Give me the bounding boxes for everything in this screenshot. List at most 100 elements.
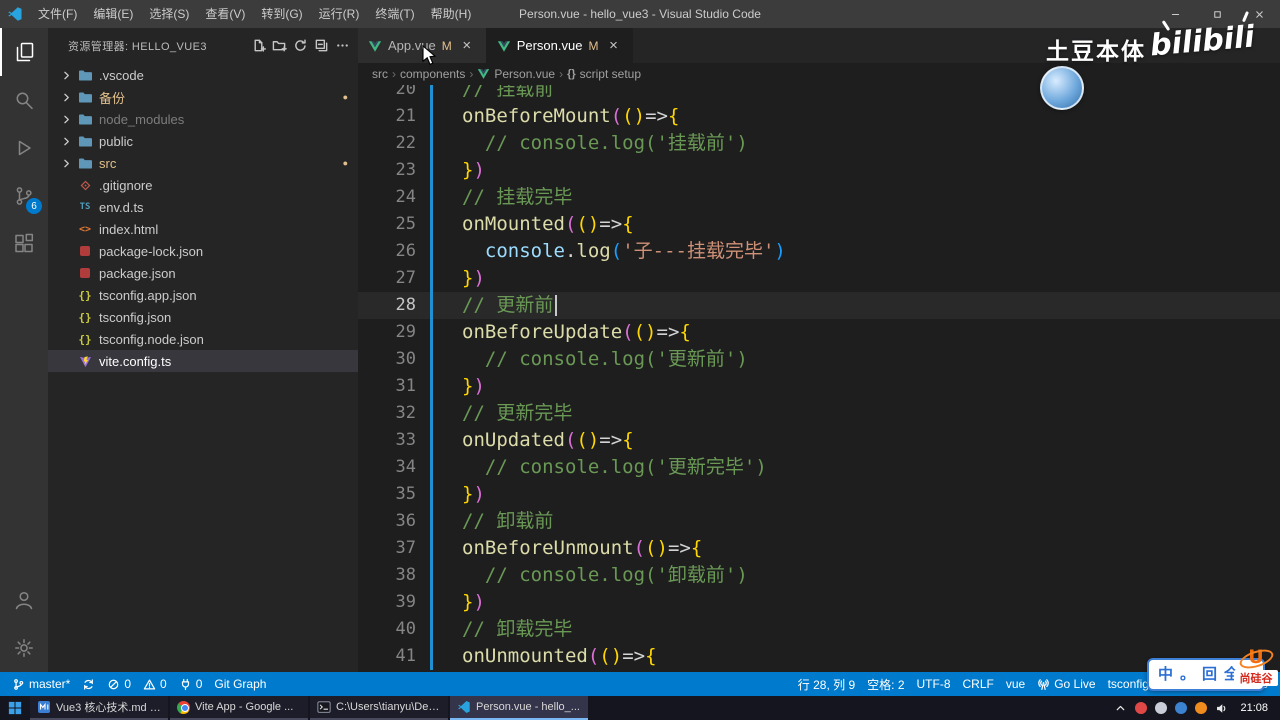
status-UTF-8[interactable]: UTF-8 (911, 672, 957, 696)
menu-item[interactable]: 文件(F) (30, 0, 85, 28)
chevron-up-icon[interactable] (1114, 702, 1127, 715)
activity-bar-bottom (0, 576, 48, 672)
taskbar-item[interactable]: Vue3 核心技术.md - ... (30, 696, 168, 720)
window-minimize-icon[interactable] (1154, 0, 1196, 28)
tree-item-tsconfig.app.json[interactable]: {}tsconfig.app.json (48, 284, 358, 306)
volume-icon[interactable] (1215, 702, 1228, 715)
status-0[interactable]: 0 (101, 672, 137, 696)
tree-item-label: src (99, 156, 116, 171)
new-folder-icon[interactable] (272, 37, 287, 55)
breadcrumb-item[interactable]: Person.vue (494, 67, 555, 81)
breadcrumb-item[interactable]: components (400, 67, 465, 81)
activity-run-debug-icon[interactable] (0, 124, 48, 172)
tree-item-src[interactable]: src● (48, 152, 358, 174)
collapse-all-icon[interactable] (314, 37, 329, 55)
tree-item-tsconfig.node.json[interactable]: {}tsconfig.node.json (48, 328, 358, 350)
line-number: 31 (358, 373, 430, 400)
app-gray-icon[interactable] (1155, 702, 1167, 714)
tab-close-icon[interactable]: × (458, 37, 476, 54)
status-Git Graph[interactable]: Git Graph (208, 672, 272, 696)
tree-item-package.json[interactable]: package.json (48, 262, 358, 284)
tree-item-label: .vscode (99, 68, 144, 83)
menu-item[interactable]: 选择(S) (141, 0, 197, 28)
status-master*[interactable]: master* (6, 672, 76, 696)
terminal-icon (317, 700, 331, 714)
code-line-32: 32// 更新完毕 (358, 400, 1280, 427)
tree-item-label: tsconfig.node.json (99, 332, 204, 347)
ime-item[interactable]: 回 (1202, 667, 1217, 682)
breadcrumb-item[interactable]: script setup (580, 67, 641, 81)
folder-file-icon (76, 113, 94, 126)
taskbar-item[interactable]: Person.vue - hello_... (450, 696, 588, 720)
tree-item-.vscode[interactable]: .vscode (48, 64, 358, 86)
tree-item-index.html[interactable]: <>index.html (48, 218, 358, 240)
code-text: }) (433, 373, 485, 400)
taskbar-clock[interactable]: 21:08 (1236, 702, 1272, 714)
folder-file-icon (76, 91, 94, 104)
tab-close-icon[interactable]: × (604, 37, 622, 54)
app-red-icon[interactable] (1135, 702, 1147, 714)
status-空格: 2[interactable]: 空格: 2 (861, 672, 910, 696)
activity-bar-top: 6 (0, 28, 48, 268)
code-text: }) (433, 481, 485, 508)
activity-account-icon[interactable] (0, 576, 48, 624)
app-blue-icon[interactable] (1175, 702, 1187, 714)
tree-item-.gitignore[interactable]: .gitignore (48, 174, 358, 196)
status-0[interactable]: 0 (173, 672, 209, 696)
menu-item[interactable]: 终端(T) (367, 0, 422, 28)
code-text: onBeforeUpdate(()=>{ (433, 319, 691, 346)
menu-item[interactable]: 编辑(E) (85, 0, 141, 28)
line-number: 40 (358, 616, 430, 643)
taskbar-item[interactable]: C:\Users\tianyu\Des... (310, 696, 448, 720)
status-Go Live[interactable]: Go Live (1031, 672, 1101, 696)
code-editor[interactable]: 20// 挂载前21onBeforeMount(()=>{22 // conso… (358, 85, 1280, 672)
start-button[interactable] (0, 696, 30, 720)
menu-item[interactable]: 转到(G) (253, 0, 310, 28)
line-number: 26 (358, 238, 430, 265)
code-line-33: 33onUpdated(()=>{ (358, 427, 1280, 454)
tree-item-tsconfig.json[interactable]: {}tsconfig.json (48, 306, 358, 328)
activity-search-icon[interactable] (0, 76, 48, 124)
tree-item-node_modules[interactable]: node_modules (48, 108, 358, 130)
status-0[interactable]: 0 (137, 672, 173, 696)
refresh-icon[interactable] (293, 37, 308, 55)
more-actions-icon[interactable] (335, 37, 350, 55)
code-line-24: 24// 挂载完毕 (358, 184, 1280, 211)
code-text: onBeforeUnmount(()=>{ (433, 535, 702, 562)
modified-dot-badge: ● (343, 92, 348, 102)
activity-files-icon[interactable] (0, 28, 48, 76)
tree-item-public[interactable]: public (48, 130, 358, 152)
ime-item[interactable]: 。 (1180, 667, 1195, 682)
tree-item-package-lock.json[interactable]: package-lock.json (48, 240, 358, 262)
line-number: 25 (358, 211, 430, 238)
menu-item[interactable]: 帮助(H) (423, 0, 480, 28)
tab-Person.vue[interactable]: Person.vueM× (487, 28, 634, 63)
tree-item-备份[interactable]: 备份● (48, 86, 358, 108)
activity-extensions-icon[interactable] (0, 220, 48, 268)
ime-item[interactable]: 中 (1158, 667, 1173, 682)
status-vue[interactable]: vue (1000, 672, 1031, 696)
status-sync-icon[interactable] (76, 672, 101, 696)
code-text: }) (433, 157, 485, 184)
code-line-20: 20// 挂载前 (358, 85, 1280, 103)
tree-item-env.d.ts[interactable]: TSenv.d.ts (48, 196, 358, 218)
status-行 28, 列 9[interactable]: 行 28, 列 9 (792, 672, 861, 696)
taskbar-item[interactable]: Vite App - Google ... (170, 696, 308, 720)
activity-settings-gear-icon[interactable] (0, 624, 48, 672)
app-orange-icon[interactable] (1195, 702, 1207, 714)
tree-item-label: env.d.ts (99, 200, 144, 215)
status-label: CRLF (963, 677, 994, 691)
new-file-icon[interactable] (251, 37, 266, 55)
menu-item[interactable]: 运行(R) (311, 0, 368, 28)
folder-file-icon (76, 135, 94, 148)
explorer-actions (251, 37, 350, 55)
activity-source-control-icon[interactable]: 6 (0, 172, 48, 220)
vue-icon (477, 68, 490, 80)
tree-item-vite.config.ts[interactable]: vite.config.ts (48, 350, 358, 372)
status-CRLF[interactable]: CRLF (957, 672, 1000, 696)
breadcrumb-item[interactable]: src (372, 67, 388, 81)
code-line-21: 21onBeforeMount(()=>{ (358, 103, 1280, 130)
npm-file-icon (76, 246, 94, 256)
menu-item[interactable]: 查看(V) (197, 0, 253, 28)
tree-item-label: vite.config.ts (99, 354, 171, 369)
